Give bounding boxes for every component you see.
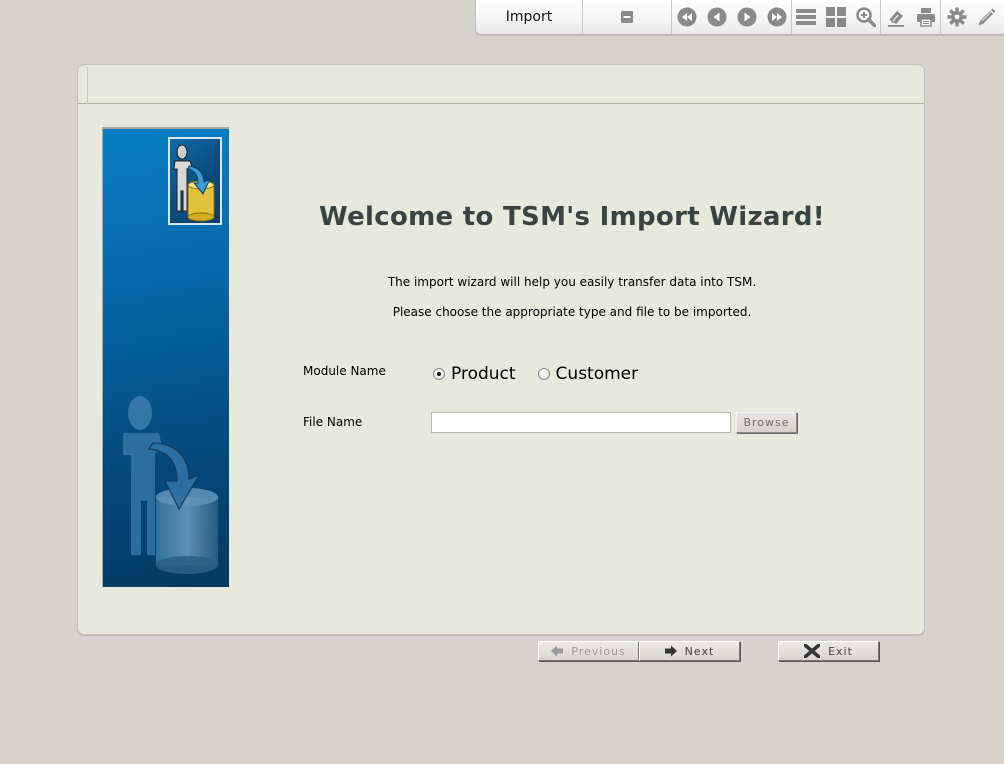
previous-page-icon[interactable] <box>705 5 729 29</box>
toolbar-view <box>792 0 881 34</box>
previous-label: Previous <box>571 644 626 658</box>
radio-customer-button[interactable] <box>537 368 550 380</box>
previous-button[interactable]: Previous <box>538 641 639 661</box>
wizard-banner <box>102 127 229 587</box>
radio-product-button[interactable] <box>433 368 445 380</box>
toolbar-tools <box>941 0 1003 34</box>
toolbar-minimize-section <box>583 0 672 34</box>
next-page-icon[interactable] <box>735 5 759 29</box>
gear-icon[interactable] <box>945 5 969 29</box>
file-name-label: File Name <box>303 415 363 429</box>
toolbar-title: Import <box>476 0 583 34</box>
arrow-left-icon <box>551 645 564 657</box>
import-user-database-icon <box>168 137 222 225</box>
list-view-icon[interactable] <box>794 5 818 29</box>
toolbar-edit <box>881 0 941 34</box>
file-name-input[interactable] <box>431 412 731 433</box>
wizard-title: Welcome to TSM's Import Wizard! <box>319 202 825 232</box>
browse-button[interactable]: Browse <box>736 412 797 433</box>
radio-customer[interactable]: Customer <box>537 364 639 384</box>
intro-text-2: Please choose the appropriate type and f… <box>392 305 752 319</box>
print-icon[interactable] <box>914 5 938 29</box>
radio-customer-label: Customer <box>555 364 639 384</box>
arrow-right-icon <box>664 645 677 657</box>
next-label: Next <box>684 644 715 658</box>
module-radio-group: Product Customer <box>433 364 660 384</box>
header-divider <box>87 67 88 104</box>
banner-watermark-icon <box>119 391 229 587</box>
last-page-icon[interactable] <box>765 5 789 29</box>
exit-button[interactable]: Exit <box>778 641 879 661</box>
radio-product-label: Product <box>451 364 516 384</box>
close-icon <box>804 644 821 658</box>
toolbar-navigation <box>672 0 792 34</box>
grid-view-icon[interactable] <box>824 5 848 29</box>
intro-text-1: The import wizard will help you easily t… <box>387 275 757 289</box>
top-toolbar: Import <box>475 0 1004 36</box>
radio-product[interactable]: Product <box>433 364 516 384</box>
first-page-icon[interactable] <box>675 5 699 29</box>
eraser-icon[interactable] <box>884 5 908 29</box>
panel-header <box>78 65 924 104</box>
wizard-panel: Welcome to TSM's Import Wizard! The impo… <box>77 64 925 635</box>
minimize-icon[interactable] <box>615 5 639 29</box>
module-name-label: Module Name <box>303 364 386 378</box>
exit-label: Exit <box>828 644 853 658</box>
pencil-icon[interactable] <box>975 5 999 29</box>
zoom-in-icon[interactable] <box>854 5 878 29</box>
next-button[interactable]: Next <box>639 641 740 661</box>
